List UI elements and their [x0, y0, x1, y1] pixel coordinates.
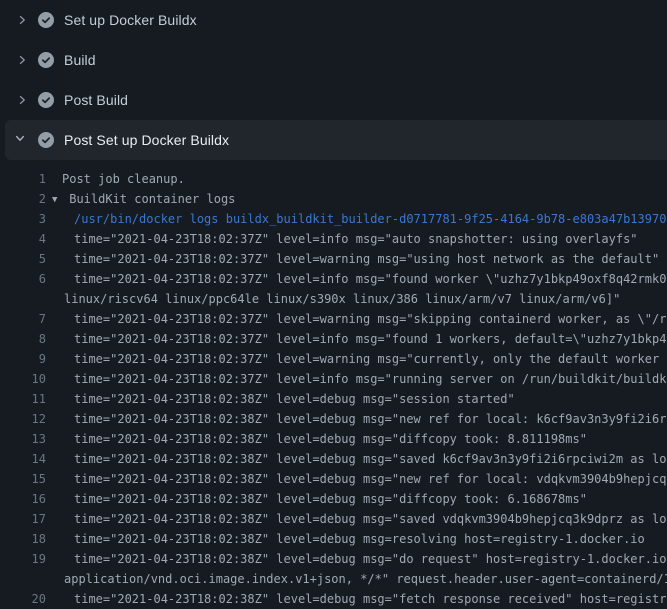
log-line-number[interactable]: 1 — [0, 169, 46, 189]
log-line: 11 time="2021-04-23T18:02:38Z" level=deb… — [0, 389, 667, 409]
log-line: 10 time="2021-04-23T18:02:37Z" level=inf… — [0, 369, 667, 389]
log-line-number[interactable]: 4 — [0, 229, 46, 249]
log-line-number[interactable]: 20 — [0, 589, 46, 609]
log-line-number[interactable]: 15 — [0, 469, 46, 489]
log-line-number[interactable]: 6 — [0, 269, 46, 289]
step-row-post-set-up-docker-buildx[interactable]: Post Set up Docker Buildx — [5, 120, 667, 160]
log-line: 3 /usr/bin/docker logs buildx_buildkit_b… — [0, 209, 667, 229]
step-label: Post Set up Docker Buildx — [64, 132, 229, 148]
log-line-number[interactable]: 2 — [0, 189, 46, 209]
log-line-text: time="2021-04-23T18:02:38Z" level=debug … — [46, 529, 667, 549]
log-line-text: time="2021-04-23T18:02:38Z" level=debug … — [46, 549, 667, 569]
log-line-number[interactable]: 8 — [0, 329, 46, 349]
log-line-number[interactable]: 5 — [0, 249, 46, 269]
check-circle-icon — [38, 132, 54, 148]
log-line-number[interactable]: 18 — [0, 529, 46, 549]
log-line-text: time="2021-04-23T18:02:38Z" level=debug … — [46, 469, 667, 489]
log-line-number[interactable] — [0, 289, 46, 309]
log-line-text: time="2021-04-23T18:02:37Z" level=info m… — [46, 329, 667, 349]
log-line: 6 time="2021-04-23T18:02:37Z" level=info… — [0, 269, 667, 289]
log-line-number[interactable]: 17 — [0, 509, 46, 529]
log-line: 20 time="2021-04-23T18:02:38Z" level=deb… — [0, 589, 667, 609]
log-line: 16 time="2021-04-23T18:02:38Z" level=deb… — [0, 489, 667, 509]
log-line: 1 Post job cleanup. — [0, 169, 667, 189]
log-line: 14 time="2021-04-23T18:02:38Z" level=deb… — [0, 449, 667, 469]
log-line-number[interactable]: 3 — [0, 209, 46, 229]
log-line-number[interactable]: 7 — [0, 309, 46, 329]
log-line-text: time="2021-04-23T18:02:37Z" level=warnin… — [46, 249, 667, 269]
log-line-text: time="2021-04-23T18:02:38Z" level=debug … — [46, 589, 667, 609]
step-label: Set up Docker Buildx — [64, 12, 197, 28]
log-line-text: time="2021-04-23T18:02:38Z" level=debug … — [46, 489, 667, 509]
log-line: 17 time="2021-04-23T18:02:38Z" level=deb… — [0, 509, 667, 529]
log-line-number[interactable]: 16 — [0, 489, 46, 509]
check-circle-icon — [38, 52, 54, 68]
log-line: 7 time="2021-04-23T18:02:37Z" level=warn… — [0, 309, 667, 329]
log-group-header[interactable]: ▼ BuildKit container logs — [46, 189, 667, 209]
chevron-right-icon — [14, 12, 30, 28]
log-line: 5 time="2021-04-23T18:02:37Z" level=warn… — [0, 249, 667, 269]
step-row-build[interactable]: Build — [0, 40, 667, 80]
log-line: 2 ▼ BuildKit container logs — [0, 189, 667, 209]
log-line: 4 time="2021-04-23T18:02:37Z" level=info… — [0, 229, 667, 249]
log-line: linux/riscv64 linux/ppc64le linux/s390x … — [0, 289, 667, 309]
log-line-text: time="2021-04-23T18:02:37Z" level=warnin… — [46, 309, 667, 329]
log-line-number[interactable]: 14 — [0, 449, 46, 469]
log-line-text: time="2021-04-23T18:02:37Z" level=info m… — [46, 269, 667, 289]
log-line: 9 time="2021-04-23T18:02:37Z" level=warn… — [0, 349, 667, 369]
chevron-right-icon — [14, 52, 30, 68]
log-line-text: application/vnd.oci.image.index.v1+json,… — [46, 569, 667, 589]
log-line-text: time="2021-04-23T18:02:38Z" level=debug … — [46, 409, 667, 429]
log-line-number[interactable]: 12 — [0, 409, 46, 429]
log-line-text: time="2021-04-23T18:02:38Z" level=debug … — [46, 509, 667, 529]
log-line-number[interactable]: 19 — [0, 549, 46, 569]
group-collapse-triangle-icon[interactable]: ▼ — [52, 190, 62, 209]
step-row-set-up-docker-buildx[interactable]: Set up Docker Buildx — [0, 0, 667, 40]
log-line-number[interactable]: 11 — [0, 389, 46, 409]
log-line-text: time="2021-04-23T18:02:38Z" level=debug … — [46, 429, 667, 449]
log-line-text: linux/riscv64 linux/ppc64le linux/s390x … — [46, 289, 667, 309]
log-console: 1 Post job cleanup. 2 ▼ BuildKit contain… — [0, 160, 667, 609]
log-line: 15 time="2021-04-23T18:02:38Z" level=deb… — [0, 469, 667, 489]
log-line-text: time="2021-04-23T18:02:38Z" level=debug … — [46, 449, 667, 469]
log-line: 13 time="2021-04-23T18:02:38Z" level=deb… — [0, 429, 667, 449]
chevron-right-icon — [14, 92, 30, 108]
step-label: Post Build — [64, 92, 128, 108]
log-line: 19 time="2021-04-23T18:02:38Z" level=deb… — [0, 549, 667, 569]
log-command-link[interactable]: /usr/bin/docker logs buildx_buildkit_bui… — [46, 209, 667, 229]
chevron-down-icon — [14, 132, 30, 148]
log-line-text: time="2021-04-23T18:02:38Z" level=debug … — [46, 389, 667, 409]
log-line: application/vnd.oci.image.index.v1+json,… — [0, 569, 667, 589]
log-line-text: time="2021-04-23T18:02:37Z" level=warnin… — [46, 349, 667, 369]
log-line-text: Post job cleanup. — [46, 169, 667, 189]
log-line-number[interactable]: 9 — [0, 349, 46, 369]
log-line: 18 time="2021-04-23T18:02:38Z" level=deb… — [0, 529, 667, 549]
log-line-number[interactable]: 13 — [0, 429, 46, 449]
check-circle-icon — [38, 12, 54, 28]
step-row-post-build[interactable]: Post Build — [0, 80, 667, 120]
log-line: 12 time="2021-04-23T18:02:38Z" level=deb… — [0, 409, 667, 429]
log-line-text: time="2021-04-23T18:02:37Z" level=info m… — [46, 369, 667, 389]
step-label: Build — [64, 52, 96, 68]
log-line-text: time="2021-04-23T18:02:37Z" level=info m… — [46, 229, 667, 249]
log-line-number[interactable]: 10 — [0, 369, 46, 389]
log-line: 8 time="2021-04-23T18:02:37Z" level=info… — [0, 329, 667, 349]
check-circle-icon — [38, 92, 54, 108]
steps-list: Set up Docker Buildx Build — [0, 0, 667, 160]
log-line-number[interactable] — [0, 569, 46, 589]
